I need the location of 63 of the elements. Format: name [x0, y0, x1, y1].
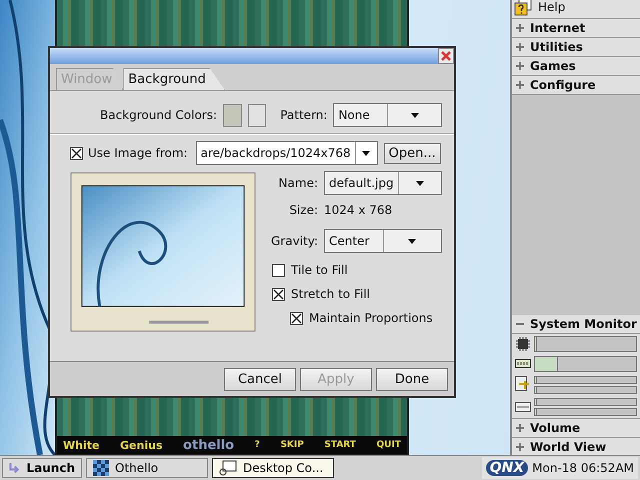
field-label: Background Colors:: [100, 108, 218, 122]
shelf-group[interactable]: Volume: [512, 419, 640, 438]
monitor-icon: [219, 460, 237, 476]
field-label: Size:: [288, 203, 318, 217]
minus-icon[interactable]: [516, 320, 524, 328]
checkbox[interactable]: [272, 288, 285, 300]
dropdown-arrow-icon[interactable]: [410, 111, 419, 119]
shelf-group[interactable]: Internet: [512, 19, 640, 38]
checkbox-label: Tile to Fill: [291, 263, 348, 277]
launch-button[interactable]: Launch: [2, 458, 82, 478]
tab[interactable]: Background: [123, 68, 225, 90]
dropdown-arrow-icon[interactable]: [362, 149, 370, 157]
name-dropdown[interactable]: default.jpg: [324, 171, 442, 195]
checkbox-label: Use Image from:: [88, 146, 188, 160]
taskbar-button[interactable]: Desktop Co...: [212, 458, 334, 478]
dialog-button[interactable]: Cancel: [224, 368, 296, 390]
field-label: Pattern:: [280, 108, 328, 122]
arrow-icon: [9, 461, 20, 475]
game-menu-button[interactable]: ?: [254, 440, 260, 450]
shelf-group[interactable]: Configure: [512, 76, 640, 95]
game-menu-button[interactable]: SKIP: [280, 440, 304, 450]
document-icon: [515, 376, 531, 394]
shelf-group[interactable]: System Monitor: [512, 315, 640, 334]
shelf-group[interactable]: Utilities: [512, 38, 640, 57]
checkbox[interactable]: [70, 146, 83, 160]
color-swatch[interactable]: [223, 104, 242, 126]
chip-icon: [515, 336, 531, 352]
dropdown-arrow-icon[interactable]: [416, 179, 424, 187]
qnx-logo: QNX: [486, 460, 528, 476]
game-menu-button[interactable]: START: [324, 440, 356, 450]
checkbox-label: Maintain Proportions: [309, 311, 433, 325]
field-label: Gravity:: [270, 234, 318, 248]
size-value: 1024 x 768: [324, 203, 392, 217]
field-label: Name:: [278, 176, 318, 190]
memory-module-icon: [515, 359, 531, 369]
game-logo: othello: [183, 438, 234, 452]
dropdown-arrow-icon[interactable]: [408, 237, 416, 245]
player-label: White: [63, 438, 100, 452]
checkbox[interactable]: [290, 312, 303, 324]
help-item[interactable]: Help: [512, 0, 640, 19]
plus-icon[interactable]: [516, 443, 524, 451]
checkbox-label: Stretch to Fill: [291, 287, 370, 301]
path-field[interactable]: are/backdrops/1024x768: [196, 141, 378, 165]
checkerboard-icon: [93, 460, 109, 476]
plus-icon[interactable]: [516, 43, 524, 51]
close-icon[interactable]: [438, 48, 454, 64]
plus-icon[interactable]: [516, 24, 524, 32]
plus-icon[interactable]: [516, 424, 524, 432]
dialog-button[interactable]: Done: [376, 368, 448, 390]
checkbox[interactable]: [272, 264, 285, 276]
open-button[interactable]: Open...: [384, 142, 441, 164]
network-card-icon: [515, 402, 531, 412]
color-swatch[interactable]: [248, 104, 266, 126]
player-label: Genius: [120, 438, 162, 452]
plus-icon[interactable]: [516, 81, 524, 89]
help-icon: [514, 0, 532, 16]
game-menu-button[interactable]: QUIT: [376, 440, 401, 450]
plus-icon[interactable]: [516, 62, 524, 70]
shelf-group[interactable]: Games: [512, 57, 640, 76]
taskbar-button[interactable]: Othello: [86, 458, 208, 478]
gravity-dropdown[interactable]: Center: [324, 229, 442, 253]
clock: Mon-18 06:52AM: [532, 461, 634, 475]
pattern-dropdown[interactable]: None: [333, 103, 442, 127]
